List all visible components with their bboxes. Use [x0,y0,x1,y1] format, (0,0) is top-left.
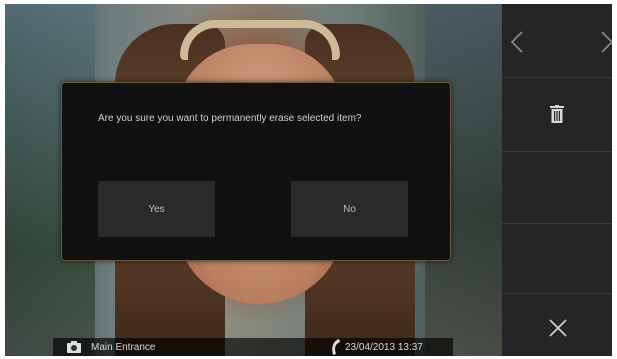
location-label: Main Entrance [91,342,156,353]
confirm-dialog: Are you sure you want to permanently era… [61,82,451,261]
navigation-row [502,4,612,78]
yes-button[interactable]: Yes [98,181,215,237]
feed-headband [180,20,340,60]
trash-icon[interactable] [550,105,564,123]
status-bar: Main Entrance 23/04/2013 13:37 [53,338,453,356]
chevron-right-icon[interactable] [600,30,612,54]
phone-icon [332,339,340,355]
chevron-left-icon[interactable] [510,30,524,54]
timestamp: 23/04/2013 13:37 [345,342,423,353]
empty-row [502,152,612,224]
side-panel [502,4,612,356]
camera-icon [67,341,81,353]
close-icon[interactable] [549,319,567,337]
no-button[interactable]: No [291,181,408,237]
delete-row[interactable] [502,78,612,152]
close-row[interactable] [502,294,612,356]
empty-row [502,224,612,294]
dialog-message: Are you sure you want to permanently era… [98,113,362,124]
